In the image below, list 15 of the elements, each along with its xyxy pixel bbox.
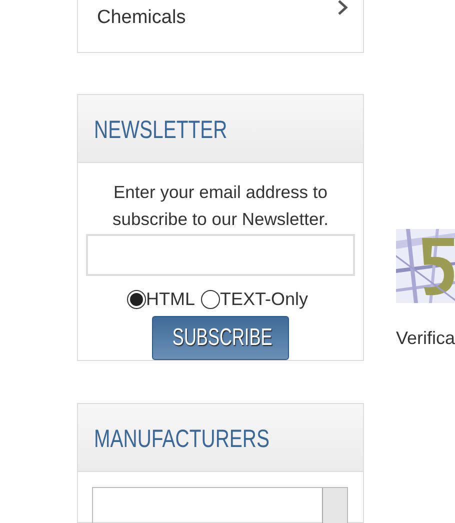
radio-button[interactable] [200, 290, 220, 308]
panel-title: NEWSLETTER [94, 114, 228, 144]
category-card[interactable]: Chemicals [77, 0, 364, 53]
format-radio[interactable]: TEXT-Only [200, 288, 308, 310]
radio-button[interactable] [126, 290, 146, 308]
dropdown-button[interactable] [322, 488, 347, 523]
newsletter-prompt: Enter your email address to subscribe to our Newsletter. [112, 181, 330, 231]
email-field[interactable] [86, 234, 355, 276]
category-label[interactable]: Chemicals [97, 6, 186, 52]
manufacturer-select[interactable] [92, 487, 348, 523]
verification-label: Verifica [396, 327, 455, 349]
panel-title: MANUFACTURERS [94, 424, 270, 454]
subscribe-button[interactable]: SUBSCRIBE [152, 316, 289, 360]
chevron-right-icon [337, 0, 349, 15]
format-radio[interactable]: HTML [126, 288, 195, 310]
